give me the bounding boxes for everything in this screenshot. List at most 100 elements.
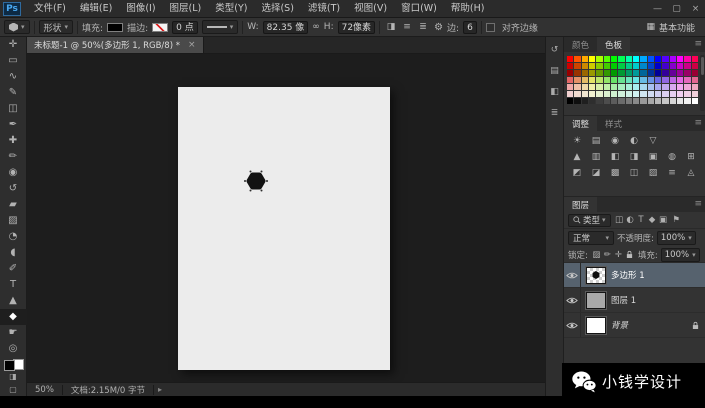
color-swatch[interactable] [604, 56, 610, 62]
layer-filter-icon[interactable]: ▣ [658, 215, 669, 225]
color-swatch[interactable] [677, 91, 683, 97]
minimize-button[interactable]: — [648, 0, 667, 18]
layer-row[interactable]: 背景 [564, 313, 705, 338]
color-swatch[interactable] [596, 56, 602, 62]
color-swatch[interactable] [596, 63, 602, 69]
color-swatch[interactable] [684, 63, 690, 69]
color-swatch[interactable] [692, 91, 698, 97]
fill-opacity-dropdown[interactable]: 100%▾ [661, 248, 700, 262]
color-swatch[interactable] [640, 84, 646, 90]
color-swatch[interactable] [582, 91, 588, 97]
color-swatch[interactable] [633, 77, 639, 83]
visibility-eye-icon[interactable] [564, 263, 581, 287]
color-swatch[interactable] [596, 84, 602, 90]
zoom-tool[interactable]: ◎ [0, 341, 27, 357]
color-swatch[interactable] [596, 98, 602, 104]
close-button[interactable]: × [686, 0, 705, 18]
document-tab[interactable]: 未标题-1 @ 50%(多边形 1, RGB/8) * × [27, 37, 204, 53]
color-swatch[interactable] [582, 84, 588, 90]
layer-filter-icon[interactable]: ◐ [625, 215, 636, 225]
color-swatch[interactable] [692, 77, 698, 83]
color-swatch[interactable] [648, 91, 654, 97]
menu-item[interactable]: 选择(S) [254, 0, 300, 18]
maximize-button[interactable]: ▢ [667, 0, 686, 18]
panel-menu-icon[interactable]: ≡ [690, 197, 705, 212]
panel-tab[interactable]: 样式 [597, 116, 630, 131]
hand-tool[interactable]: ☛ [0, 325, 27, 341]
menu-item[interactable]: 文件(F) [27, 0, 73, 18]
screen-mode-button[interactable]: ▢ [0, 383, 27, 396]
layer-filter-icon[interactable]: ◆ [647, 215, 658, 225]
menu-item[interactable]: 滤镜(T) [301, 0, 347, 18]
eyedropper-tool[interactable]: ✒ [0, 117, 27, 133]
color-swatch[interactable] [633, 70, 639, 76]
path-selection-tool[interactable]: ▲ [0, 293, 27, 309]
layer-thumbnail[interactable] [586, 317, 606, 334]
color-swatch[interactable] [633, 63, 639, 69]
color-swatch[interactable] [626, 77, 632, 83]
layer-thumbnail[interactable] [586, 292, 606, 309]
color-swatch[interactable] [589, 91, 595, 97]
workspace-switcher[interactable]: ▦基本功能 [646, 21, 695, 34]
fill-color-swatch[interactable] [107, 23, 123, 32]
brush-tool[interactable]: ✏ [0, 149, 27, 165]
adjustment-icon[interactable]: ▩ [607, 167, 623, 180]
color-swatch[interactable] [626, 63, 632, 69]
color-swatch[interactable] [574, 77, 580, 83]
scrollbar-thumb[interactable] [701, 57, 704, 75]
color-swatch[interactable] [692, 63, 698, 69]
info-panel-icon[interactable]: ◧ [548, 86, 562, 98]
color-swatch[interactable] [677, 70, 683, 76]
color-swatch[interactable] [574, 70, 580, 76]
color-swatch[interactable] [567, 98, 573, 104]
color-swatch[interactable] [640, 63, 646, 69]
character-panel-icon[interactable]: ≣ [548, 107, 562, 119]
color-swatch[interactable] [670, 84, 676, 90]
color-swatch[interactable] [655, 98, 661, 104]
color-swatch[interactable] [648, 77, 654, 83]
lock-icon[interactable]: ✛ [613, 250, 624, 260]
adjustment-icon[interactable]: ▲ [569, 151, 585, 164]
lasso-tool[interactable]: ∿ [0, 69, 27, 85]
stroke-style-dropdown[interactable]: ▾ [202, 20, 239, 34]
color-swatch[interactable] [574, 98, 580, 104]
crop-tool[interactable]: ◫ [0, 101, 27, 117]
color-swatch[interactable] [648, 98, 654, 104]
quick-selection-tool[interactable]: ✎ [0, 85, 27, 101]
color-swatch[interactable] [662, 98, 668, 104]
blur-tool[interactable]: ◔ [0, 229, 27, 245]
menu-item[interactable]: 视图(V) [347, 0, 394, 18]
color-swatch[interactable] [574, 56, 580, 62]
layer-row[interactable]: 多边形 1 [564, 263, 705, 288]
color-swatch[interactable] [611, 70, 617, 76]
color-swatch[interactable] [692, 98, 698, 104]
color-swatch[interactable] [589, 84, 595, 90]
menu-item[interactable]: 帮助(H) [444, 0, 492, 18]
shape-height-input[interactable]: 72像素 [338, 21, 375, 34]
color-swatch[interactable] [670, 63, 676, 69]
tool-preset-dropdown[interactable]: ▾ [4, 20, 30, 34]
layer-filter-icon[interactable]: T [636, 215, 647, 225]
color-swatch[interactable] [604, 77, 610, 83]
menu-item[interactable]: 编辑(E) [73, 0, 119, 18]
menu-item[interactable]: 图像(I) [119, 0, 162, 18]
lock-icon[interactable]: ✏ [602, 250, 613, 260]
adjustment-icon[interactable]: ▥ [588, 151, 604, 164]
color-swatch[interactable] [604, 98, 610, 104]
color-swatch[interactable] [589, 70, 595, 76]
stroke-color-swatch[interactable] [152, 23, 168, 32]
color-swatch[interactable] [640, 70, 646, 76]
color-swatch[interactable] [662, 84, 668, 90]
color-swatch[interactable] [633, 84, 639, 90]
tool-mode-dropdown[interactable]: 形状▾ [39, 20, 74, 34]
color-swatch[interactable] [626, 70, 632, 76]
color-swatch[interactable] [648, 70, 654, 76]
color-swatch[interactable] [611, 56, 617, 62]
color-swatch[interactable] [611, 98, 617, 104]
color-swatch[interactable] [626, 91, 632, 97]
shape-tool[interactable]: ◆ [0, 309, 27, 325]
color-swatch[interactable] [589, 63, 595, 69]
pen-tool[interactable]: ✐ [0, 261, 27, 277]
color-swatch[interactable] [670, 56, 676, 62]
lock-all-icon[interactable] [624, 250, 635, 260]
